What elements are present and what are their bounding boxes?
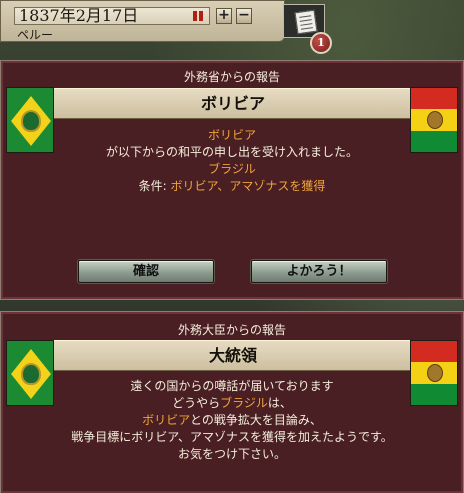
rumor-line-2: どうやらブラジルは、 [1,395,463,412]
rumor-line-5: お気をつけ下さい。 [177,447,286,461]
current-date: 1837年2月17日 [19,6,139,25]
dialog-body: 遠くの国からの噂話が届いております どうやらブラジルは、 ボリビアとの戦争拡大を… [1,378,463,463]
terms-line: 条件: ボリビア、アマゾナスを獲得 [1,178,463,195]
rumor-line-3: ボリビアとの戦争拡大を目論み、 [1,412,463,429]
war-rumor-dialog: 外務大臣からの報告 大統領 遠くの国からの噂話が届いております どうやらブラジル… [0,311,464,493]
rumor-line-4: 戦争目標にボリビア、アマゾナスを獲得を加えたようです。 [71,430,393,444]
rumor-line-2-pre: どうやら [172,396,221,410]
confirm-button[interactable]: 確認 [78,260,214,283]
rumor-line-1: 遠くの国からの噂話が届いております [130,379,334,393]
aggressor-country: ブラジル [220,396,268,410]
terms-value: ボリビア、アマゾナスを獲得 [170,179,326,193]
ok-button[interactable]: よかろう！ [251,260,387,283]
target-country: ボリビア [142,413,190,427]
accept-text: が以下からの和平の申し出を受け入れました。 [105,145,358,159]
ledger-icon [294,9,318,35]
dialog-title: 大統領 [46,340,420,371]
rumor-line-2-post: は、 [267,396,292,410]
message-count-badge[interactable]: 1 [310,32,332,54]
dialog-source: 外務省からの報告 [183,70,280,84]
rumor-line-3-post: との戦争拡大を目論み、 [189,413,322,427]
offering-country: ブラジル [208,162,256,176]
accepting-country: ボリビア [207,128,256,142]
terms-label: 条件: [138,179,171,193]
date-display: 1837年2月17日 [14,7,210,25]
peace-accepted-dialog: 外務省からの報告 ボリビア ボリビア が以下からの和平の申し出を受け入れました。… [0,60,464,300]
dialog-title: ボリビア [46,88,420,119]
date-bar: 1837年2月17日 + − ペルー [0,0,285,42]
dialog-source: 外務大臣からの報告 [177,323,286,337]
dialog-body: ボリビア が以下からの和平の申し出を受け入れました。 ブラジル 条件: ボリビア… [1,127,463,195]
speed-decrease-button[interactable]: − [236,8,252,24]
pause-icon[interactable] [193,11,203,21]
speed-increase-button[interactable]: + [216,8,232,24]
player-country-name: ペルー [17,28,54,42]
